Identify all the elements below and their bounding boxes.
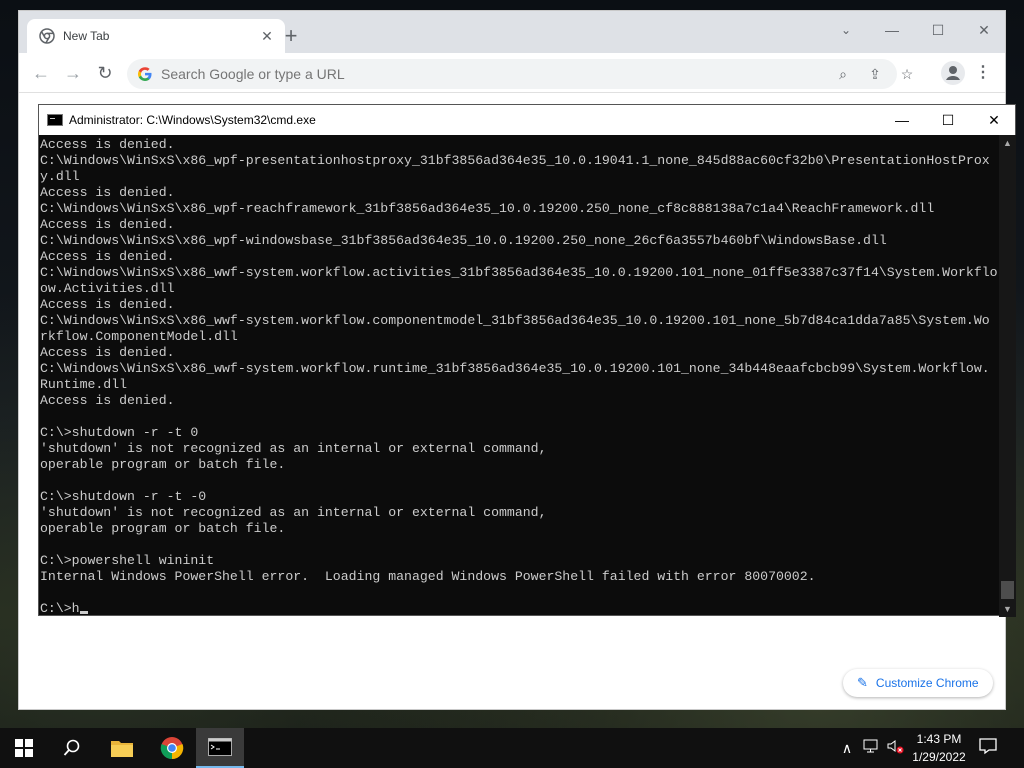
share-icon[interactable]: ⇪ [865, 65, 885, 83]
omnibox-input[interactable] [161, 66, 761, 82]
google-g-icon [138, 67, 152, 81]
tab-new-tab[interactable]: New Tab ✕ [27, 19, 285, 53]
console-line: Access is denied. [40, 137, 175, 152]
console-line: ow.Activities.dll [40, 281, 175, 296]
new-tab-button[interactable]: + [277, 23, 305, 51]
console-line: C:\>powershell wininit [40, 553, 215, 568]
console-line: 'shutdown' is not recognized as an inter… [40, 441, 547, 456]
console-line: C:\>shutdown -r -t -0 [40, 489, 207, 504]
customize-chrome-label: Customize Chrome [875, 676, 979, 690]
tab-close-icon[interactable]: ✕ [259, 28, 275, 45]
cmd-taskbar-button[interactable] [196, 728, 244, 768]
cmd-icon [208, 738, 232, 756]
cmd-maximize-button[interactable]: ☐ [925, 105, 971, 135]
console-line: C:\Windows\WinSxS\x86_wwf-system.workflo… [40, 265, 998, 280]
clock-time: 1:43 PM [916, 732, 962, 746]
console-line: Access is denied. [40, 297, 175, 312]
scroll-up-arrow-icon[interactable]: ▲ [999, 135, 1016, 151]
folder-icon [111, 741, 133, 757]
console-prompt: C:\>h [40, 601, 80, 616]
customize-chrome-button[interactable]: ✎ Customize Chrome [843, 669, 993, 697]
console-scrollbar[interactable]: ▲ ▼ [999, 135, 1016, 617]
console-line: C:\Windows\WinSxS\x86_wpf-reachframework… [40, 201, 935, 216]
console-line: Runtime.dll [40, 377, 128, 392]
console-line: Access is denied. [40, 217, 175, 232]
console-line: Internal Windows PowerShell error. Loadi… [40, 569, 816, 584]
minimize-button[interactable]: — [869, 15, 915, 45]
console-line: C:\Windows\WinSxS\x86_wwf-system.workflo… [40, 361, 990, 376]
tab-search-chevron-icon[interactable]: ⌄ [823, 15, 869, 45]
reload-icon[interactable]: ↻ [91, 59, 119, 87]
start-button[interactable] [0, 728, 48, 768]
cmd-window-icon [47, 114, 63, 126]
console-line: Access is denied. [40, 345, 175, 360]
profile-avatar-icon[interactable] [941, 61, 965, 85]
console-output[interactable]: Access is denied. C:\Windows\WinSxS\x86_w… [39, 135, 999, 617]
scroll-down-arrow-icon[interactable]: ▼ [999, 601, 1016, 617]
maximize-button[interactable]: ☐ [915, 15, 961, 45]
console-line: y.dll [40, 169, 80, 184]
console-line: Access is denied. [40, 393, 175, 408]
forward-arrow-icon[interactable]: → [59, 59, 87, 87]
scrollbar-thumb[interactable] [1001, 581, 1014, 599]
clock[interactable]: 1:43 PM 1/29/2022 [906, 730, 972, 766]
show-hidden-icons-chevron-icon[interactable]: ∧ [838, 738, 856, 758]
menu-kebab-icon[interactable]: ⋮ [975, 61, 991, 85]
tab-title: New Tab [63, 29, 110, 43]
cmd-titlebar[interactable]: Administrator: C:\Windows\System32\cmd.e… [39, 105, 1015, 135]
chrome-taskbar-button[interactable] [148, 728, 196, 768]
text-cursor [79, 611, 88, 614]
cmd-window: Administrator: C:\Windows\System32\cmd.e… [38, 104, 1016, 617]
console-line: 'shutdown' is not recognized as an inter… [40, 505, 547, 520]
console-prompt-line[interactable]: C:\>h [40, 601, 999, 617]
console-line: operable program or batch file. [40, 457, 286, 472]
volume-muted-icon[interactable] [886, 738, 904, 758]
windows-logo-icon [15, 739, 33, 757]
console-line: C:\Windows\WinSxS\x86_wpf-windowsbase_31… [40, 233, 887, 248]
console-line: C:\>shutdown -r -t 0 [40, 425, 199, 440]
cmd-minimize-button[interactable]: — [879, 105, 925, 135]
console-line: Access is denied. [40, 249, 175, 264]
zoom-icon[interactable]: ⌕ [833, 65, 853, 83]
cmd-window-title: Administrator: C:\Windows\System32\cmd.e… [69, 113, 316, 127]
omnibox[interactable]: ⌕ ⇪ ☆ [127, 59, 913, 89]
close-button[interactable]: ✕ [961, 15, 1007, 45]
taskbar: ∧ 1:43 PM 1/29/2022 [0, 728, 1024, 768]
console-line: C:\Windows\WinSxS\x86_wpf-presentationho… [40, 153, 990, 168]
console-line: C:\Windows\WinSxS\x86_wwf-system.workflo… [40, 313, 990, 328]
chrome-titlebar: New Tab ✕ + ⌄ — ☐ ✕ [19, 11, 1005, 53]
chrome-toolbar: ← → ↻ ⌕ ⇪ ☆ ⋮ [19, 53, 1005, 93]
console-line: operable program or batch file. [40, 521, 286, 536]
bookmark-star-icon[interactable]: ☆ [897, 65, 917, 83]
taskbar-search-button[interactable] [48, 728, 96, 768]
search-icon [63, 739, 80, 756]
network-icon[interactable] [862, 738, 880, 758]
back-arrow-icon[interactable]: ← [27, 59, 55, 87]
console-line: Access is denied. [40, 185, 175, 200]
cmd-close-button[interactable]: ✕ [971, 105, 1017, 135]
clock-date: 1/29/2022 [912, 750, 966, 764]
chrome-favicon-icon [39, 28, 55, 44]
file-explorer-button[interactable] [98, 728, 146, 768]
pencil-icon: ✎ [857, 675, 868, 690]
console-line: rkflow.ComponentModel.dll [40, 329, 238, 344]
notification-center-icon[interactable] [978, 736, 1006, 760]
chrome-icon [160, 737, 184, 760]
